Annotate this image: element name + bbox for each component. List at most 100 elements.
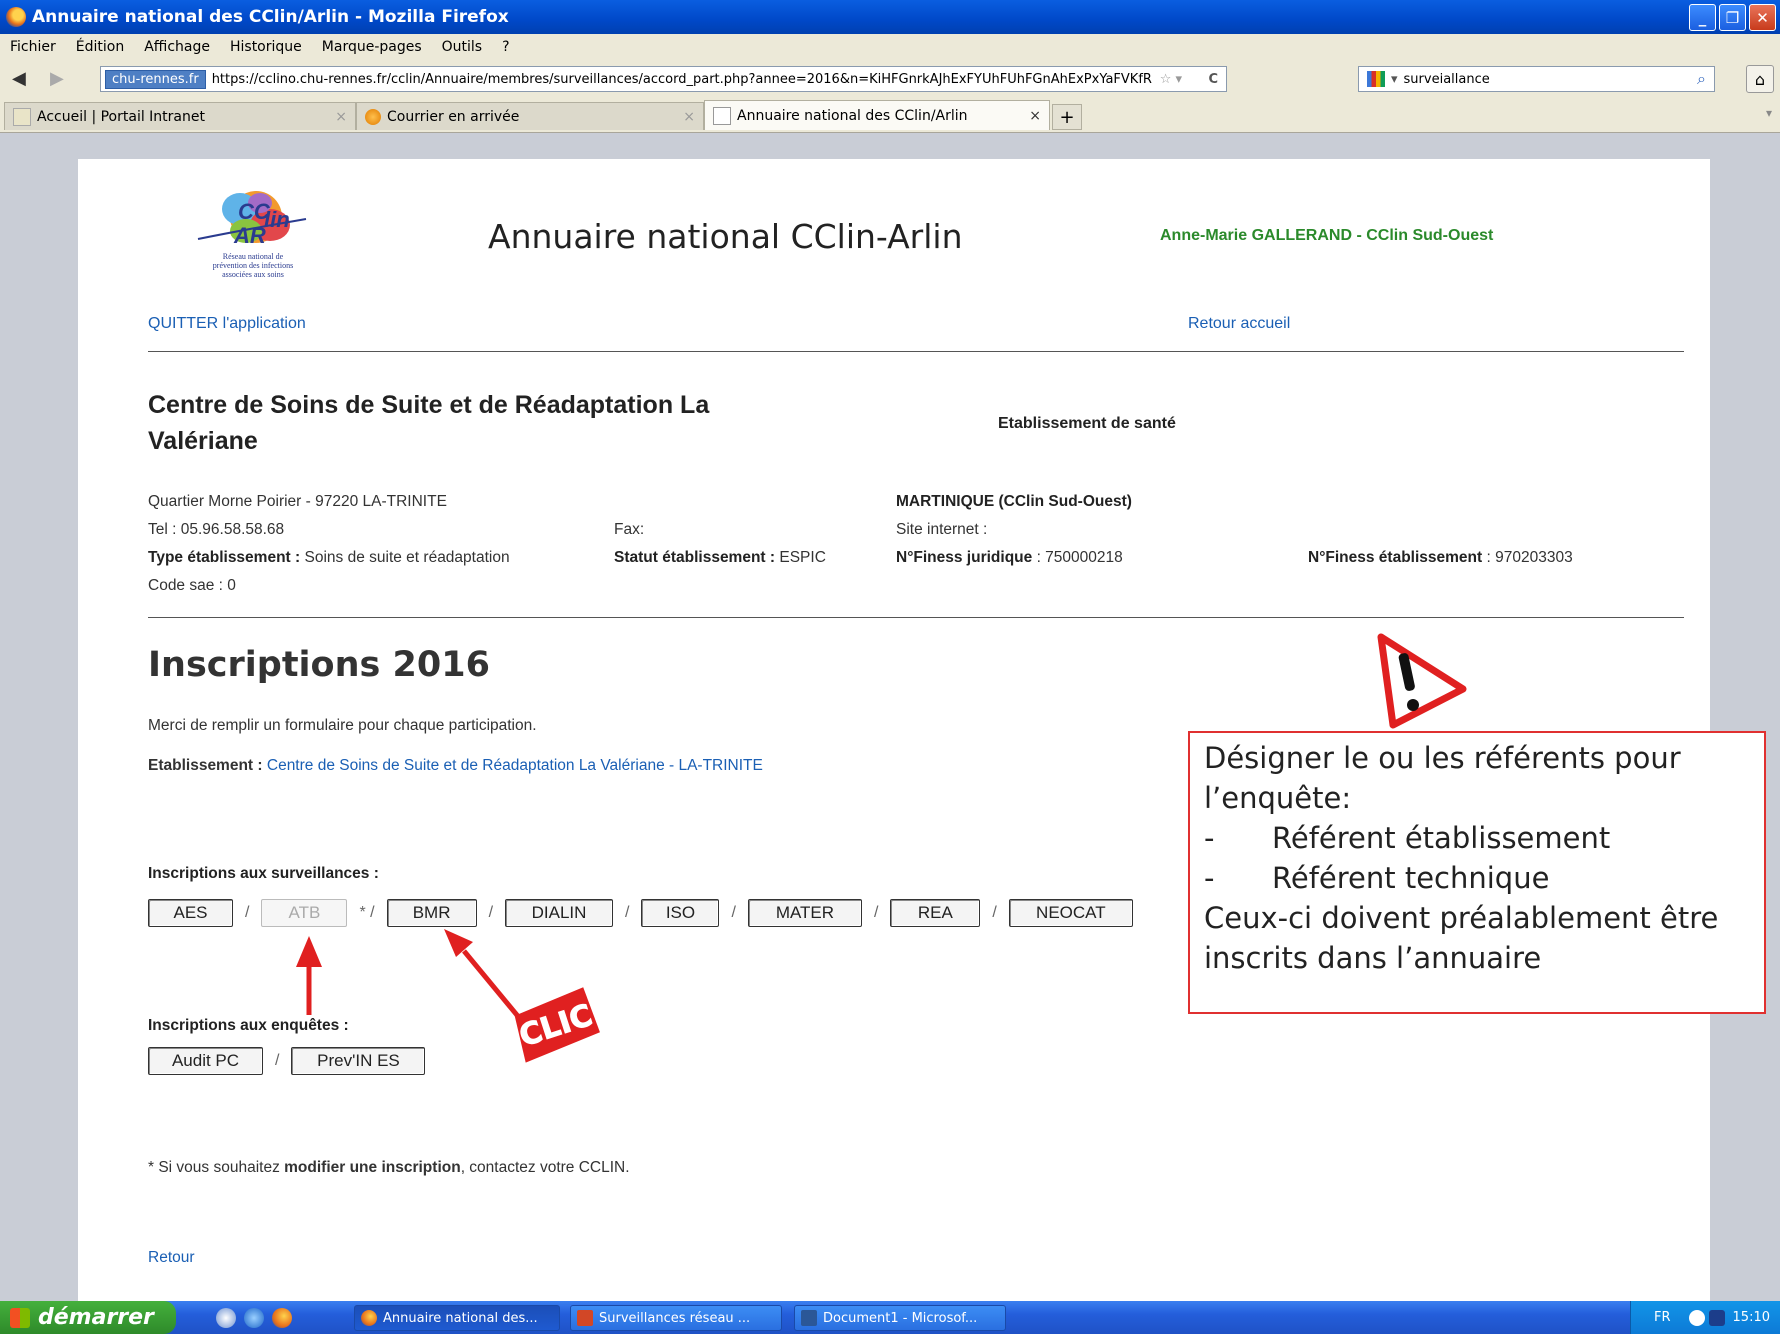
language-indicator[interactable]: FR <box>1654 1310 1671 1325</box>
website: Site internet : <box>896 521 988 538</box>
note-bold: modifier une inscription <box>284 1159 461 1176</box>
google-icon[interactable] <box>1367 71 1385 87</box>
callout-line: Ceux-ci doivent préalablement être <box>1204 901 1719 935</box>
site-identity-badge[interactable]: chu-rennes.fr <box>105 69 206 89</box>
tray-app-icon[interactable] <box>1708 1309 1725 1326</box>
new-tab-button[interactable]: + <box>1052 104 1082 130</box>
menu-outils[interactable]: Outils <box>442 39 482 55</box>
firefox-icon <box>361 1310 377 1326</box>
firefox-icon[interactable] <box>272 1307 292 1328</box>
reload-icon[interactable]: C <box>1208 72 1218 87</box>
forward-arrow-icon[interactable]: ▶ <box>50 68 64 89</box>
aes-button[interactable]: AES <box>148 899 233 927</box>
bookmark-star-icon[interactable]: ☆ ▾ <box>1160 72 1182 87</box>
search-box[interactable]: ▾ surveiallance ⌕ <box>1358 66 1715 92</box>
svg-text:prévention des infections: prévention des infections <box>213 261 293 270</box>
minimize-button[interactable]: _ <box>1689 4 1716 31</box>
internet-explorer-icon[interactable] <box>244 1307 264 1328</box>
navigation-bar: ◀ ▶ chu-rennes.fr https://cclino.chu-ren… <box>0 60 1780 99</box>
tab-accueil[interactable]: Accueil | Portail Intranet × <box>4 102 356 130</box>
audit-pc-button[interactable]: Audit PC <box>148 1047 263 1075</box>
close-tab-icon[interactable]: × <box>683 109 695 125</box>
atb-button: ATB <box>261 899 348 927</box>
page-viewport: CC lin AR Réseau national de prévention … <box>0 133 1780 1301</box>
divider <box>148 617 1684 618</box>
chevron-down-icon[interactable]: ▾ <box>1391 72 1398 87</box>
finess-juridique: N°Finess juridique : 750000218 <box>896 549 1123 567</box>
system-tray: FR 15:10 <box>1630 1301 1780 1334</box>
tab-bar: Accueil | Portail Intranet × Courrier en… <box>0 98 1780 133</box>
close-tab-icon[interactable]: × <box>1029 108 1041 124</box>
enquetes-buttons: Audit PC / Prev'IN ES <box>148 1047 426 1075</box>
task-firefox[interactable]: Annuaire national des... <box>354 1305 560 1331</box>
menu-help[interactable]: ? <box>502 39 509 55</box>
tab-label: Courrier en arrivée <box>387 108 520 125</box>
menu-historique[interactable]: Historique <box>230 39 302 55</box>
surveillances-label: Inscriptions aux surveillances : <box>148 865 379 882</box>
type-label: Type établissement : <box>148 549 301 566</box>
start-label: démarrer <box>38 1305 154 1330</box>
etab-label: Etablissement : <box>148 757 263 774</box>
callout-bullet: Référent technique <box>1272 861 1550 895</box>
window-titlebar: Annuaire national des CClin/Arlin - Mozi… <box>0 0 1780 34</box>
task-word[interactable]: Document1 - Microsof... <box>794 1305 1006 1331</box>
page-content: CC lin AR Réseau national de prévention … <box>78 159 1710 1301</box>
url-bar[interactable]: chu-rennes.fr https://cclino.chu-rennes.… <box>100 66 1227 92</box>
rea-button[interactable]: REA <box>890 899 981 927</box>
callout-line: l’enquête: <box>1204 781 1352 815</box>
svg-text:lin: lin <box>264 207 290 232</box>
bullet-dash: - <box>1204 861 1215 895</box>
etablissement-link[interactable]: Centre de Soins de Suite et de Réadaptat… <box>267 757 763 774</box>
neocat-button[interactable]: NEOCAT <box>1008 899 1133 927</box>
tray-chevron-icon[interactable] <box>1688 1309 1705 1326</box>
statut-label: Statut établissement : <box>614 549 776 566</box>
separator: / <box>873 904 879 921</box>
inscriptions-title: Inscriptions 2016 <box>148 645 490 685</box>
menu-marque-pages[interactable]: Marque-pages <box>322 39 422 55</box>
prev→in-es-button[interactable]: Prev'IN ES <box>291 1047 426 1075</box>
svg-text:associées aux soins: associées aux soins <box>222 270 284 279</box>
menu-edition[interactable]: Édition <box>76 39 124 55</box>
window-title: Annuaire national des CClin/Arlin - Mozi… <box>32 7 509 27</box>
windows-flag-icon <box>10 1307 30 1328</box>
note-prefix: * Si vous souhaitez <box>148 1159 285 1176</box>
search-icon[interactable]: ⌕ <box>1697 69 1706 89</box>
maximize-button[interactable]: ❐ <box>1719 4 1746 31</box>
iso-button[interactable]: ISO <box>641 899 720 927</box>
close-button[interactable]: ✕ <box>1749 4 1776 31</box>
dialin-button[interactable]: DIALIN <box>505 899 614 927</box>
tab-annuaire[interactable]: Annuaire national des CClin/Arlin × <box>704 100 1050 130</box>
menu-fichier[interactable]: Fichier <box>10 39 56 55</box>
tab-courrier[interactable]: Courrier en arrivée × <box>356 102 704 130</box>
page-icon <box>13 107 31 126</box>
callout-line: Désigner le ou les référents pour <box>1204 741 1681 775</box>
establishment-name: Centre de Soins de Suite et de Réadaptat… <box>148 391 710 455</box>
menu-affichage[interactable]: Affichage <box>144 39 210 55</box>
task-label: Surveillances réseau ... <box>599 1310 751 1326</box>
taskbar: démarrer Annuaire national des... Survei… <box>0 1301 1780 1334</box>
back-arrow-icon[interactable]: ◀ <box>12 68 26 89</box>
home-icon[interactable]: ⌂ <box>1746 65 1774 93</box>
firefox-icon <box>6 7 26 27</box>
finess-etab-label: N°Finess établissement <box>1308 549 1483 566</box>
window-controls: _ ❐ ✕ <box>1689 4 1776 31</box>
show-desktop-icon[interactable] <box>216 1307 236 1328</box>
quit-link[interactable]: QUITTER l'application <box>148 315 306 333</box>
search-input[interactable]: surveiallance <box>1404 72 1490 87</box>
word-icon <box>801 1310 817 1326</box>
statut-value: ESPIC <box>779 549 826 566</box>
bmr-button[interactable]: BMR <box>386 899 477 927</box>
callout-bullet: Référent établissement <box>1272 821 1611 855</box>
home-link[interactable]: Retour accueil <box>1188 315 1290 333</box>
back-link[interactable]: Retour <box>148 1249 195 1267</box>
mater-button[interactable]: MATER <box>747 899 862 927</box>
start-button[interactable]: démarrer <box>0 1301 176 1334</box>
task-powerpoint[interactable]: Surveillances réseau ... <box>570 1305 782 1331</box>
mail-icon <box>365 108 381 125</box>
tab-list-icon[interactable]: ▾ <box>1766 106 1772 120</box>
user-name: Anne-Marie GALLERAND - CClin Sud-Ouest <box>1160 227 1494 244</box>
surveillances-buttons: AES / ATB * / BMR / DIALIN / ISO / MATER… <box>148 899 1133 927</box>
close-tab-icon[interactable]: × <box>335 109 347 125</box>
code-sae: Code sae : 0 <box>148 577 236 594</box>
warning-icon <box>1377 633 1467 729</box>
